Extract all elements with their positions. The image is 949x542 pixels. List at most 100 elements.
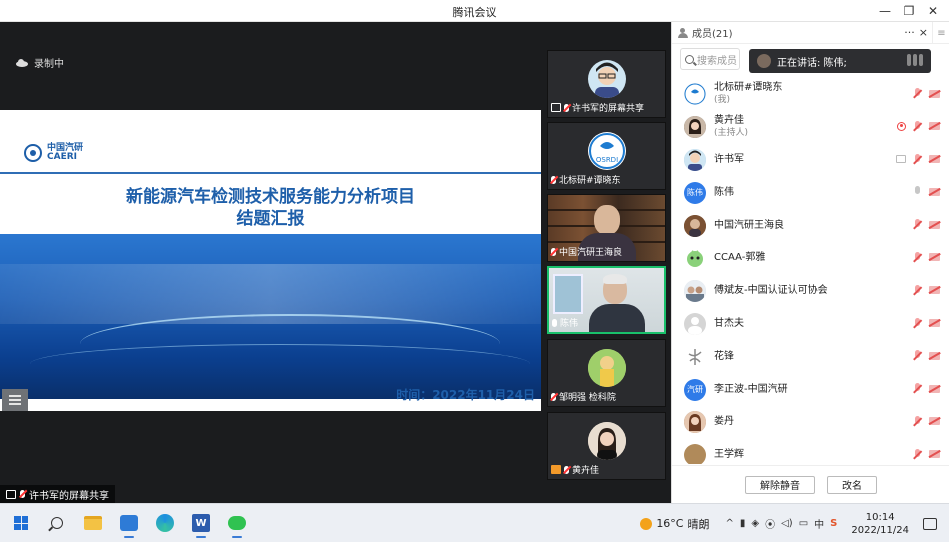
- rename-button[interactable]: 改名: [827, 475, 877, 494]
- sun-icon: [640, 517, 653, 530]
- member-name: 陈伟: [714, 186, 734, 198]
- shared-screen: 录制中 中国汽研 CAERI 新能源汽车检测技术服务能力分析项目 结题汇报 时间…: [0, 22, 541, 503]
- camera-off-icon[interactable]: [929, 122, 940, 131]
- panel-menu-icon[interactable]: ≡: [932, 22, 949, 44]
- tile-label: 陈伟: [560, 319, 579, 329]
- member-row[interactable]: 娄丹: [672, 406, 949, 439]
- member-row[interactable]: 中国汽研王海良: [672, 209, 949, 242]
- member-name: 傅斌友-中国认证认可协会: [714, 285, 828, 297]
- unmute-all-button[interactable]: 解除静音: [745, 475, 815, 494]
- mic-muted-icon[interactable]: [913, 251, 922, 263]
- camera-off-icon[interactable]: [929, 450, 940, 459]
- video-tile[interactable]: 许书军的屏幕共享: [547, 50, 666, 118]
- windows-start-button[interactable]: [8, 511, 34, 535]
- tray-expand-icon[interactable]: ^: [726, 518, 734, 529]
- member-row[interactable]: 汽研 李正波-中国汽研: [672, 373, 949, 406]
- weather-temp: 16°C: [656, 517, 684, 530]
- mic-muted-icon[interactable]: [913, 383, 922, 394]
- taskbar-search-icon[interactable]: [44, 511, 70, 535]
- member-avatar: [684, 148, 706, 171]
- mic-muted-icon[interactable]: [913, 88, 922, 99]
- mic-on-icon[interactable]: [913, 186, 922, 197]
- tencent-meeting-icon[interactable]: [116, 511, 142, 538]
- video-strip: 许书军的屏幕共享 OSRDI 北标研#谭晓东 中国汽研王海良 陈伟 邹明强 检科…: [541, 22, 671, 503]
- mic-muted-icon[interactable]: [913, 415, 922, 427]
- member-avatar: [684, 214, 706, 237]
- mic-muted-icon[interactable]: [913, 153, 922, 165]
- member-avatar: [684, 280, 706, 303]
- system-clock[interactable]: 10:14 2022/11/24: [851, 511, 909, 537]
- member-avatar: [684, 312, 706, 335]
- member-row[interactable]: 北标研#谭晓东 (我): [672, 78, 949, 111]
- mic-muted-icon[interactable]: [913, 219, 922, 230]
- member-row[interactable]: 傅斌友-中国认证认可协会: [672, 275, 949, 308]
- video-tile[interactable]: OSRDI 北标研#谭晓东: [547, 122, 666, 190]
- slide-divider: [0, 172, 541, 174]
- camera-off-icon[interactable]: [929, 187, 940, 196]
- member-avatar: [684, 411, 706, 434]
- video-tile[interactable]: 中国汽研王海良: [547, 194, 666, 262]
- member-avatar: [684, 116, 706, 139]
- speaker-avatar: [757, 54, 771, 68]
- camera-off-icon[interactable]: [929, 351, 940, 360]
- wechat-icon[interactable]: [224, 511, 250, 538]
- system-tray: ^ ▮ ◈ ⦿ ◁) ▭ 中 S: [726, 516, 838, 531]
- camera-off-icon[interactable]: [929, 220, 940, 229]
- clock-time: 10:14: [865, 511, 895, 523]
- video-tile[interactable]: 邹明强 检科院: [547, 339, 666, 407]
- members-title: 成员(21): [692, 29, 733, 40]
- member-avatar: 陈伟: [684, 181, 706, 204]
- member-name: 花锋: [714, 350, 734, 362]
- restore-button[interactable]: ❐: [899, 2, 919, 20]
- weather-desc: 晴朗: [687, 517, 710, 531]
- camera-off-icon[interactable]: [929, 384, 940, 393]
- member-row[interactable]: 许书军: [672, 144, 949, 177]
- battery-icon[interactable]: ▭: [799, 518, 808, 529]
- screen-share-icon: [551, 103, 561, 112]
- mic-muted-icon[interactable]: [913, 317, 922, 329]
- mic-muted-icon[interactable]: [913, 350, 922, 361]
- camera-off-icon[interactable]: [929, 155, 940, 164]
- video-tile[interactable]: 黄卉佳: [547, 412, 666, 480]
- sogou-icon[interactable]: S: [830, 518, 837, 529]
- member-row[interactable]: 王学辉: [672, 439, 949, 464]
- volume-icon[interactable]: ◁): [781, 518, 793, 529]
- member-row[interactable]: 花锋: [672, 340, 949, 373]
- notification-icon[interactable]: [923, 517, 937, 530]
- screen-share-icon: [6, 489, 16, 499]
- members-footer: 解除静音 改名: [672, 465, 949, 503]
- audio-level-icon: [907, 54, 923, 66]
- mic-muted-icon[interactable]: [913, 448, 922, 460]
- side-menu-button[interactable]: [2, 389, 28, 411]
- weather-widget[interactable]: 16°C 晴朗: [640, 516, 710, 532]
- member-row[interactable]: 甘杰夫: [672, 308, 949, 341]
- svg-text:OSRDI: OSRDI: [596, 156, 618, 164]
- close-button[interactable]: ✕: [923, 2, 943, 20]
- network-icon[interactable]: ⦿: [765, 516, 775, 531]
- input-method-icon[interactable]: 中: [814, 516, 824, 531]
- member-row[interactable]: 陈伟 陈伟: [672, 176, 949, 209]
- slide-subtitle: 结题汇报: [236, 209, 305, 229]
- file-explorer-icon[interactable]: [80, 511, 106, 535]
- usb-icon[interactable]: ▮: [740, 518, 746, 529]
- camera-off-icon[interactable]: [929, 319, 940, 328]
- member-row[interactable]: CCAA-郭雅: [672, 242, 949, 275]
- camera-off-icon[interactable]: [929, 417, 940, 426]
- member-row[interactable]: 黄卉佳 (主持人): [672, 111, 949, 144]
- security-icon[interactable]: ◈: [751, 518, 759, 529]
- camera-off-icon[interactable]: [929, 89, 940, 98]
- member-search-input[interactable]: 搜索成员: [680, 48, 740, 70]
- video-tile-active-speaker[interactable]: 陈伟: [547, 266, 666, 334]
- word-icon[interactable]: W: [188, 511, 214, 538]
- members-header: 成员(21) ··· × ≡: [672, 22, 949, 44]
- edge-browser-icon[interactable]: [152, 511, 178, 535]
- presentation-slide: 中国汽研 CAERI 新能源汽车检测技术服务能力分析项目 结题汇报 时间：202…: [0, 110, 541, 411]
- minimize-button[interactable]: —: [875, 2, 895, 20]
- participant-avatar: [588, 60, 626, 98]
- more-options-button[interactable]: ···: [904, 26, 915, 39]
- camera-off-icon[interactable]: [929, 286, 940, 295]
- camera-off-icon[interactable]: [929, 253, 940, 262]
- mic-muted-icon[interactable]: [913, 284, 922, 296]
- close-panel-button[interactable]: ×: [919, 26, 928, 39]
- mic-muted-icon[interactable]: [913, 120, 922, 132]
